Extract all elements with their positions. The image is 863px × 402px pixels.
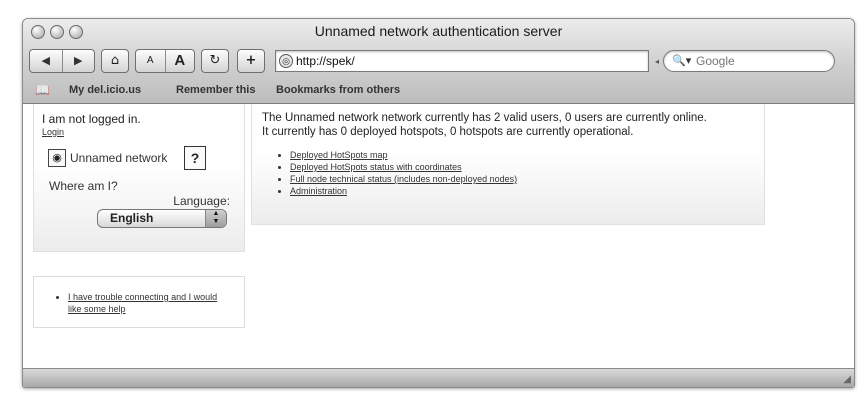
list-item: Administration (290, 185, 517, 197)
add-bookmark-button[interactable]: + (237, 49, 265, 73)
network-name: Unnamed network (70, 151, 168, 165)
window-title: Unnamed network authentication server (314, 23, 563, 39)
toolbar: ◀ ▶ ⌂ A A ↻ + ◎ http://spek/ ◂ 🔍▾ (29, 49, 848, 73)
reload-icon: ↻ (209, 53, 221, 68)
bookmark-remember-this[interactable]: Remember this (176, 79, 255, 102)
administration-link[interactable]: Administration (290, 186, 347, 196)
bookmark-bookmarks-from-others[interactable]: Bookmarks from others (276, 79, 400, 102)
url-text[interactable]: http://spek/ (296, 51, 355, 71)
network-globe-icon[interactable]: ◉ (48, 149, 66, 167)
forward-arrow-icon: ▶ (74, 54, 83, 67)
login-panel: I am not logged in. Login ◉ Unnamed netw… (33, 104, 245, 252)
address-bar[interactable]: ◎ http://spek/ (275, 50, 649, 72)
back-forward-group: ◀ ▶ (29, 49, 95, 73)
hotspots-map-link[interactable]: Deployed HotSpots map (290, 150, 388, 160)
language-select[interactable]: English ▲ ▼ (97, 209, 227, 228)
resize-grip-icon[interactable]: ◢ (843, 374, 851, 385)
hotspots-coordinates-link[interactable]: Deployed HotSpots status with coordinate… (290, 162, 462, 172)
text-size-group: A A (135, 49, 195, 73)
trouble-connecting-link[interactable]: I have trouble connecting and I would li… (68, 292, 217, 314)
list-item: Full node technical status (includes non… (290, 173, 517, 185)
language-selected-value: English (110, 211, 154, 225)
home-button[interactable]: ⌂ (101, 49, 129, 73)
url-snapback-icon[interactable]: ◂ (655, 57, 659, 66)
list-item: I have trouble connecting and I would li… (68, 291, 228, 315)
network-users-status: The Unnamed network network currently ha… (262, 112, 707, 124)
search-field[interactable]: 🔍▾ (663, 50, 835, 72)
home-icon: ⌂ (110, 53, 120, 68)
text-larger-button[interactable]: A (164, 50, 195, 72)
search-input[interactable] (694, 53, 828, 69)
where-am-i-text: Where am I? (49, 179, 118, 193)
language-label: Language: (173, 194, 230, 208)
search-icon: 🔍▾ (672, 55, 692, 67)
list-item: Deployed HotSpots status with coordinate… (290, 161, 517, 173)
browser-chrome: Unnamed network authentication server ◀ … (23, 19, 854, 104)
network-hotspots-status: It currently has 0 deployed hotspots, 0 … (262, 126, 634, 138)
back-arrow-icon: ◀ (41, 54, 50, 67)
network-links-list: Deployed HotSpots map Deployed HotSpots … (274, 149, 517, 197)
node-technical-status-link[interactable]: Full node technical status (includes non… (290, 174, 517, 184)
browser-window: Unnamed network authentication server ◀ … (22, 18, 855, 388)
bookmark-my-delicious[interactable]: My del.icio.us (69, 79, 141, 102)
login-link[interactable]: Login (42, 127, 64, 137)
help-panel: I have trouble connecting and I would li… (33, 276, 245, 328)
page-content: I am not logged in. Login ◉ Unnamed netw… (23, 104, 854, 369)
bookmarks-book-icon[interactable]: 📖 (35, 79, 50, 102)
reload-button[interactable]: ↻ (201, 49, 229, 73)
forward-button[interactable]: ▶ (61, 50, 95, 72)
help-button[interactable]: ? (184, 146, 206, 170)
bookmarks-bar: 📖 My del.icio.us Remember this Bookmarks… (23, 79, 854, 102)
list-item: Deployed HotSpots map (290, 149, 517, 161)
network-status-panel: The Unnamed network network currently ha… (251, 104, 765, 225)
text-smaller-button[interactable]: A (136, 50, 165, 72)
back-button[interactable]: ◀ (30, 50, 62, 72)
select-arrows-icon: ▲ ▼ (205, 210, 226, 227)
status-bar: ◢ (23, 368, 854, 387)
login-status: I am not logged in. (42, 112, 141, 126)
site-globe-icon: ◎ (279, 54, 293, 68)
help-link-list: I have trouble connecting and I would li… (34, 291, 228, 315)
